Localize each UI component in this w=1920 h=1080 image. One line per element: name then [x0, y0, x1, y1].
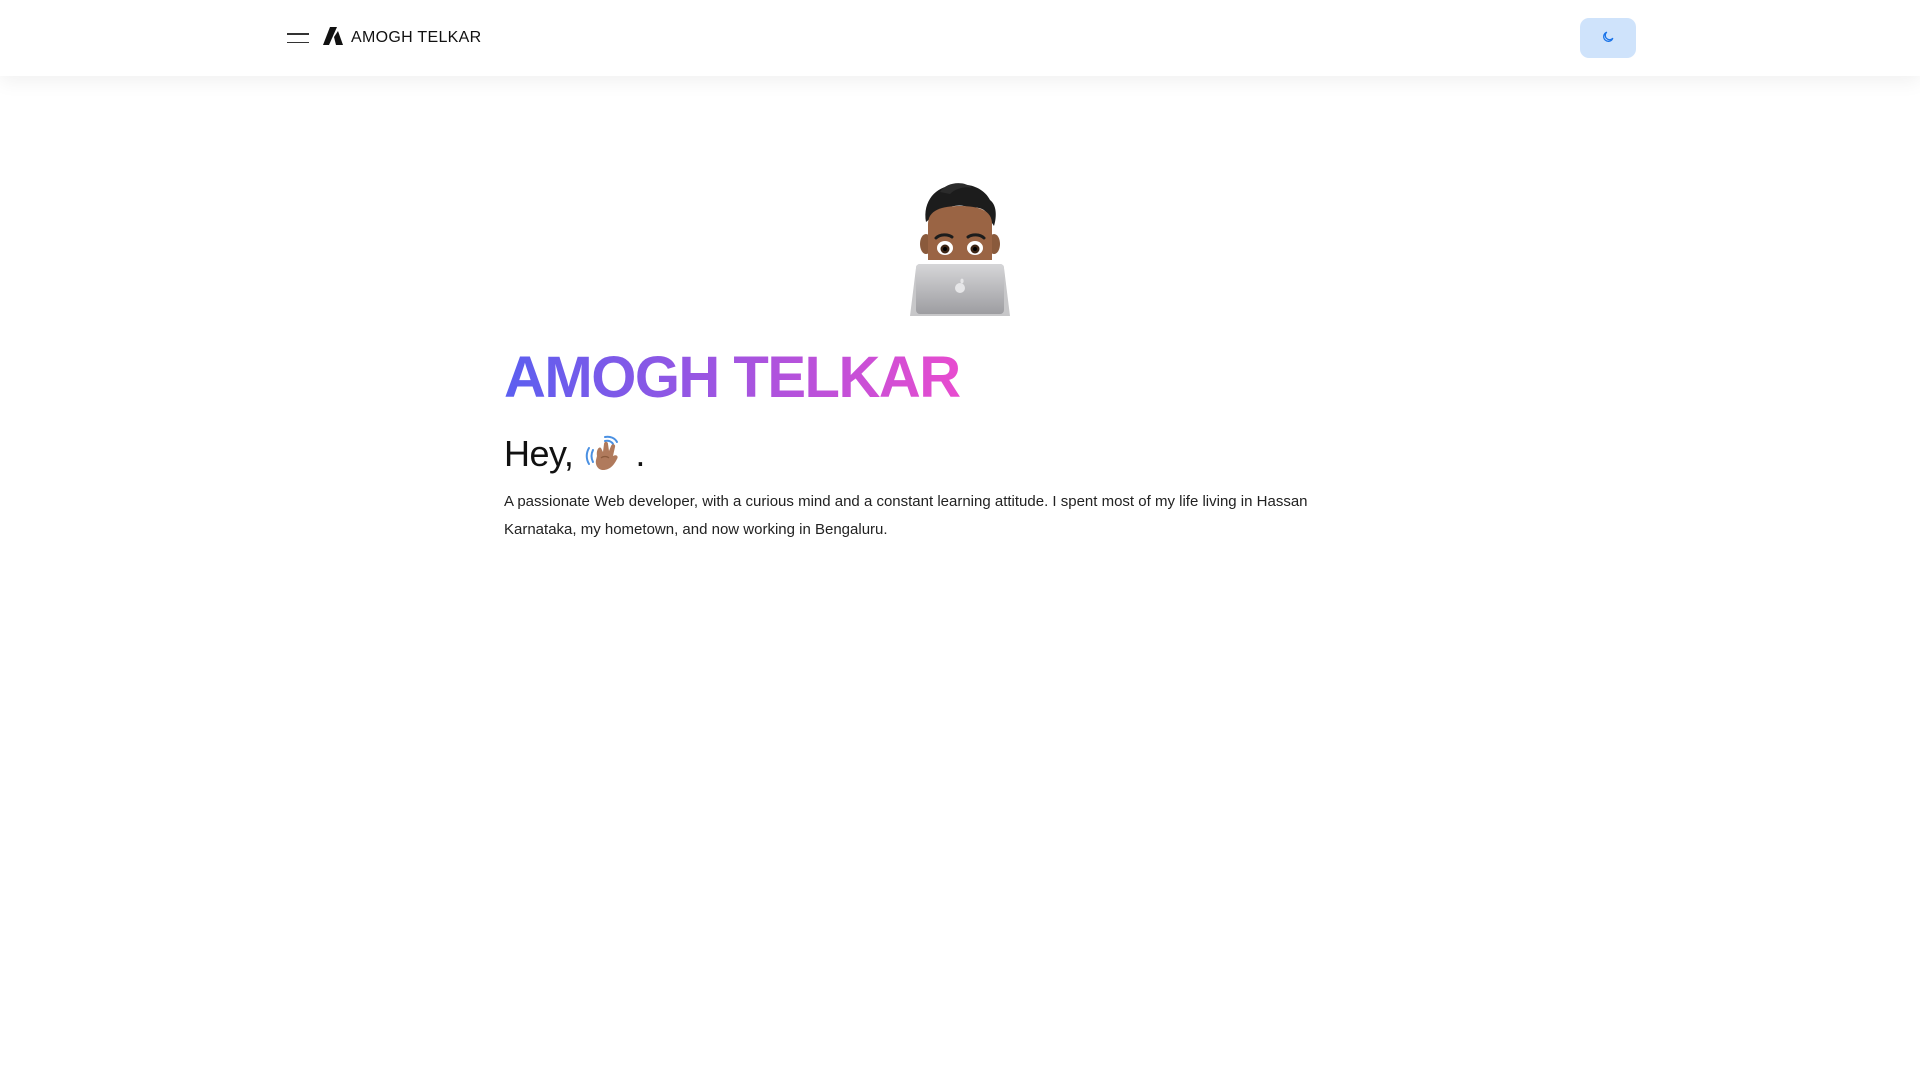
menu-line	[287, 33, 309, 35]
hero-title: AMOGH TELKAR	[504, 345, 961, 410]
avatar-wrapper	[504, 180, 1416, 316]
intro-paragraph: A passionate Web developer, with a curio…	[504, 492, 1308, 538]
navbar: AMOGH TELKAR	[0, 0, 1920, 76]
hero-section: AMOGH TELKAR Hey, . A passionate Web dev…	[504, 180, 1416, 559]
hamburger-icon[interactable]	[287, 28, 311, 48]
greeting-text: Hey,	[504, 433, 574, 474]
navbar-inner: AMOGH TELKAR	[287, 0, 1636, 76]
brand-name: AMOGH TELKAR	[351, 29, 482, 46]
greeting-line: Hey, .	[504, 434, 1416, 474]
triangle-logo-icon	[323, 26, 343, 50]
navbar-left: AMOGH TELKAR	[287, 26, 482, 50]
memoji-laptop-avatar	[910, 180, 1010, 316]
waving-hand-icon	[583, 434, 623, 474]
menu-line	[287, 41, 309, 43]
theme-toggle-button[interactable]	[1580, 18, 1636, 58]
moon-icon	[1601, 30, 1615, 47]
greeting-period: .	[635, 433, 645, 474]
brand-link[interactable]: AMOGH TELKAR	[323, 26, 482, 50]
